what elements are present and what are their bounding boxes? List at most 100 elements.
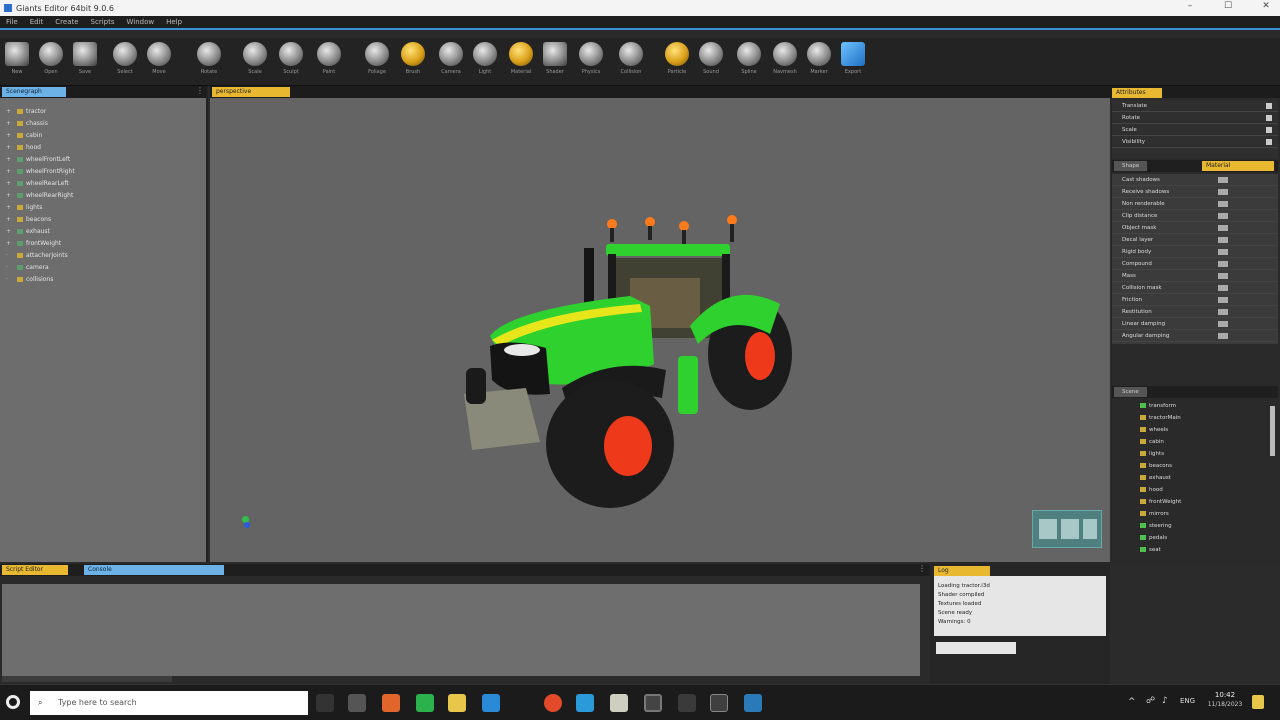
rotate-tool-button[interactable]: Rotate [194, 42, 224, 82]
tree-item[interactable]: + wheelRearRight [6, 190, 206, 202]
expand-icon[interactable]: + [6, 142, 14, 154]
menu-item-help[interactable]: Help [160, 16, 188, 28]
tab-scene[interactable]: Scene [1114, 387, 1147, 397]
tree-item[interactable]: + cabin [6, 130, 206, 142]
attribute-checkbox[interactable] [1266, 127, 1272, 133]
shader-tool-button[interactable]: Shader [540, 42, 570, 82]
expand-icon[interactable]: · [6, 262, 14, 274]
spreadsheet-taskbar-icon[interactable] [416, 694, 434, 712]
tree-item[interactable]: + wheelRearLeft [6, 178, 206, 190]
scene-item[interactable]: hood [1140, 484, 1278, 496]
media-taskbar-icon[interactable] [744, 694, 762, 712]
start-button[interactable] [6, 695, 20, 709]
scene-item[interactable]: seat [1140, 544, 1278, 556]
terrain-sculpt-button[interactable]: Sculpt [276, 42, 306, 82]
expand-icon[interactable]: + [6, 226, 14, 238]
bottom-panel-menu-icon[interactable]: ⋮ [918, 564, 926, 573]
expand-icon[interactable]: + [6, 238, 14, 250]
tab-scenegraph[interactable]: Scenegraph [2, 87, 66, 97]
marker-tool-button[interactable]: Marker [804, 42, 834, 82]
menu-item-file[interactable]: File [0, 16, 24, 28]
brush-tool-button[interactable]: Brush [398, 42, 428, 82]
panel-menu-icon[interactable]: ⋮ [196, 86, 204, 95]
tree-item[interactable]: + tractor [6, 106, 206, 118]
volume-icon[interactable]: ♪ [1162, 696, 1168, 706]
save-scene-button[interactable]: Save [70, 42, 100, 82]
expand-icon[interactable]: + [6, 106, 14, 118]
particle-tool-button[interactable]: Particle [662, 42, 692, 82]
network-icon[interactable]: ☍ [1146, 696, 1155, 706]
tree-item[interactable]: + beacons [6, 214, 206, 226]
notification-icon[interactable] [1252, 695, 1264, 709]
property-value[interactable] [1218, 273, 1228, 279]
script-text-area[interactable] [2, 584, 920, 676]
task-view-icon[interactable] [316, 694, 334, 712]
property-value[interactable] [1218, 213, 1228, 219]
property-value[interactable] [1218, 321, 1228, 327]
scene-item[interactable]: frontWeight [1140, 496, 1278, 508]
terminal-taskbar-icon[interactable] [678, 694, 696, 712]
property-value[interactable] [1218, 297, 1228, 303]
property-value[interactable] [1218, 333, 1228, 339]
expand-icon[interactable]: + [6, 202, 14, 214]
clock[interactable]: 10:42 11/18/2023 [1204, 691, 1246, 708]
menu-item-edit[interactable]: Edit [24, 16, 50, 28]
material-tool-button[interactable]: Material [506, 42, 536, 82]
terrain-paint-button[interactable]: Paint [314, 42, 344, 82]
tree-item[interactable]: · collisions [6, 274, 206, 286]
language-indicator[interactable]: ENG [1180, 697, 1195, 705]
property-value[interactable] [1218, 261, 1228, 267]
scene-item[interactable]: steering [1140, 520, 1278, 532]
camera-tool-button[interactable]: Camera [436, 42, 466, 82]
new-scene-button[interactable]: New [2, 42, 32, 82]
expand-icon[interactable]: + [6, 154, 14, 166]
select-tool-button[interactable]: Select [110, 42, 140, 82]
tab-shape[interactable]: Shape [1114, 161, 1148, 171]
property-value[interactable] [1218, 189, 1228, 195]
attribute-checkbox[interactable] [1266, 115, 1272, 121]
office-taskbar-icon[interactable] [382, 694, 400, 712]
property-value[interactable] [1218, 225, 1228, 231]
expand-icon[interactable]: + [6, 214, 14, 226]
scene-item[interactable]: beacons [1140, 460, 1278, 472]
expand-icon[interactable]: + [6, 166, 14, 178]
tractor-model[interactable] [210, 98, 1110, 562]
open-scene-button[interactable]: Open [36, 42, 66, 82]
scale-tool-button[interactable]: Scale [240, 42, 270, 82]
physics-tool-button[interactable]: Physics [576, 42, 606, 82]
scene-scrollbar[interactable] [1270, 406, 1275, 456]
attribute-checkbox[interactable] [1266, 139, 1272, 145]
tree-item[interactable]: + wheelFrontRight [6, 166, 206, 178]
browser-taskbar-icon[interactable] [544, 694, 562, 712]
scene-item[interactable]: cabin [1140, 436, 1278, 448]
tab-material[interactable]: Material [1202, 161, 1274, 171]
scene-item[interactable]: tractorMain [1140, 412, 1278, 424]
sound-tool-button[interactable]: Sound [696, 42, 726, 82]
navmesh-tool-button[interactable]: Navmesh [770, 42, 800, 82]
collision-tool-button[interactable]: Collision [616, 42, 646, 82]
menu-item-scripts[interactable]: Scripts [85, 16, 121, 28]
editor-taskbar-icon[interactable] [644, 694, 662, 712]
tab-log[interactable]: Log [934, 566, 990, 576]
log-input[interactable] [936, 642, 1016, 654]
tree-item[interactable]: + hood [6, 142, 206, 154]
scene-item[interactable]: mirrors [1140, 508, 1278, 520]
move-tool-button[interactable]: Move [144, 42, 174, 82]
property-value[interactable] [1218, 309, 1228, 315]
tree-item[interactable]: + wheelFrontLeft [6, 154, 206, 166]
scene-item[interactable]: pedals [1140, 532, 1278, 544]
expand-icon[interactable]: + [6, 190, 14, 202]
property-value[interactable] [1218, 285, 1228, 291]
view-side-icon[interactable] [1061, 519, 1079, 539]
menu-item-window[interactable]: Window [121, 16, 161, 28]
property-value[interactable] [1218, 177, 1228, 183]
tree-item[interactable]: · attacherJoints [6, 250, 206, 262]
tree-item[interactable]: + exhaust [6, 226, 206, 238]
minimize-icon[interactable]: – [1180, 1, 1200, 11]
view-top-icon[interactable] [1083, 519, 1097, 539]
app-taskbar-icon[interactable] [610, 694, 628, 712]
scene-item[interactable]: lights [1140, 448, 1278, 460]
expand-icon[interactable]: + [6, 130, 14, 142]
expand-icon[interactable]: + [6, 118, 14, 130]
property-value[interactable] [1218, 237, 1228, 243]
